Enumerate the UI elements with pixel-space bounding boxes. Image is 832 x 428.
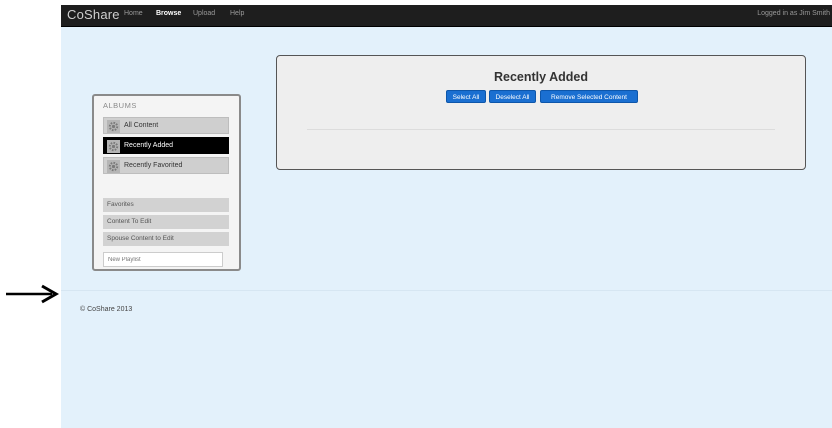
- album-recently-added[interactable]: Recently Added: [103, 137, 229, 154]
- albums-heading: ALBUMS: [103, 101, 137, 110]
- footer-divider: [61, 290, 832, 291]
- list-favorites[interactable]: Favorites: [103, 198, 229, 212]
- album-label: All Content: [124, 122, 159, 129]
- content-panel: Recently Added Select All Deselect All R…: [276, 55, 806, 170]
- gear-icon: [107, 120, 120, 133]
- albums-sidebar: ALBUMS All Content Recently Added Recent…: [92, 94, 241, 271]
- remove-selected-button[interactable]: Remove Selected Content: [540, 90, 638, 103]
- list-spouse-content-to-edit[interactable]: Spouse Content to Edit: [103, 232, 229, 246]
- album-all-content[interactable]: All Content: [103, 117, 229, 134]
- page-title: Recently Added: [493, 70, 588, 84]
- nav-help[interactable]: Help: [230, 10, 244, 17]
- top-navbar: CoShare Home Browse Upload Help Logged i…: [61, 5, 832, 27]
- deselect-all-button[interactable]: Deselect All: [489, 90, 536, 103]
- app-window: CoShare Home Browse Upload Help Logged i…: [61, 5, 832, 428]
- list-label: Favorites: [107, 201, 134, 208]
- nav-upload[interactable]: Upload: [193, 10, 215, 17]
- list-label: Spouse Content to Edit: [107, 235, 174, 242]
- album-recently-favorited[interactable]: Recently Favorited: [103, 157, 229, 174]
- divider: [307, 129, 775, 130]
- list-label: Content To Edit: [107, 218, 152, 225]
- gear-icon: [107, 160, 120, 173]
- select-all-button[interactable]: Select All: [446, 90, 486, 103]
- album-label: Recently Favorited: [124, 162, 183, 169]
- new-playlist-input[interactable]: [103, 252, 223, 267]
- nav-browse[interactable]: Browse: [156, 10, 181, 17]
- gear-icon: [107, 140, 120, 153]
- brand-logo[interactable]: CoShare: [67, 7, 120, 22]
- footer-copyright: © CoShare 2013: [80, 306, 133, 313]
- arrow-right-icon: [6, 284, 60, 304]
- list-content-to-edit[interactable]: Content To Edit: [103, 215, 229, 229]
- logged-in-status: Logged in as Jim Smith: [757, 10, 830, 17]
- album-label: Recently Added: [124, 142, 174, 149]
- nav-home[interactable]: Home: [124, 10, 143, 17]
